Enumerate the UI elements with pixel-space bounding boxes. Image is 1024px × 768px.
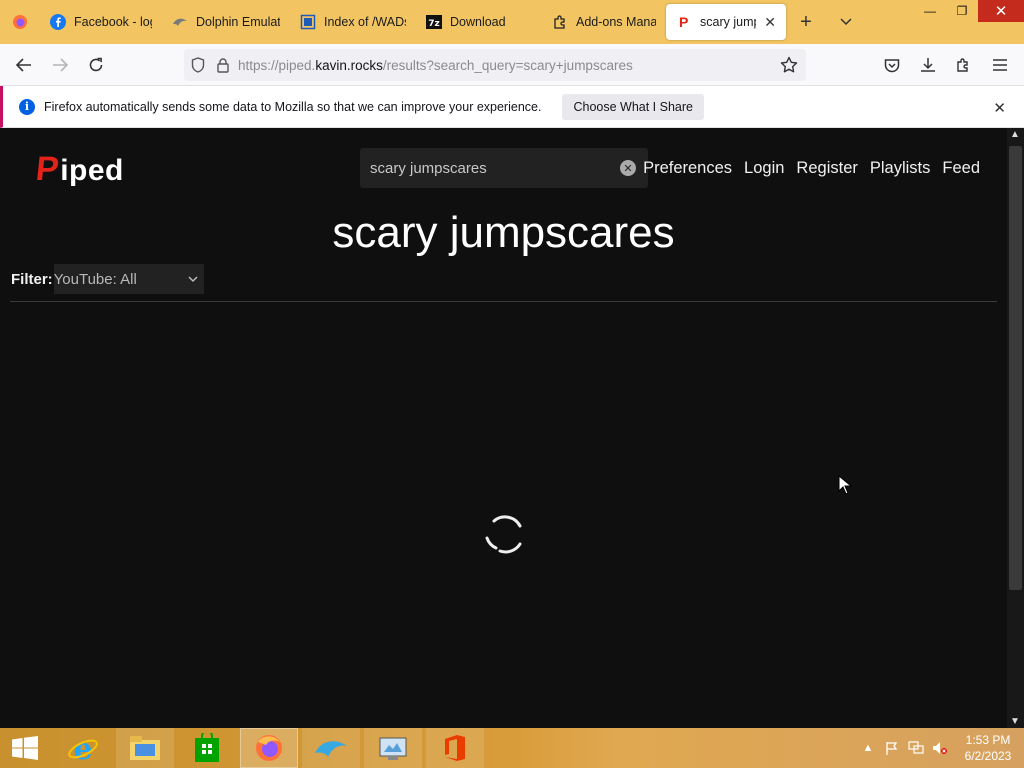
extensions-icon[interactable] [946,47,982,83]
store-icon[interactable] [178,728,236,768]
clear-search-icon[interactable]: ✕ [620,160,636,176]
toolbar-right [874,47,1018,83]
scroll-down-icon[interactable]: ▼ [1010,716,1020,727]
tab-index-wads[interactable]: Index of /WADs [290,0,416,44]
close-tab-icon[interactable]: ✕ [764,14,776,31]
tab-label: scary jumps [700,15,756,29]
scroll-thumb[interactable] [1009,146,1022,590]
nav-register[interactable]: Register [796,159,857,178]
divider [10,301,997,302]
show-hidden-icons-icon[interactable]: ▲ [856,728,880,768]
scroll-up-icon[interactable]: ▲ [1010,129,1020,140]
tab-piped-active[interactable]: P scary jumps ✕ [666,4,786,40]
data-collection-notification: i Firefox automatically sends some data … [0,86,1024,128]
close-window-icon[interactable]: ✕ [978,0,1024,22]
tab-label: Facebook - log [74,15,152,29]
mouse-cursor-icon [838,474,853,500]
tab-label: Add-ons Mana [576,15,656,29]
chevron-down-icon[interactable] [826,0,866,44]
page-scrollbar[interactable]: ▲ ▼ [1007,128,1024,728]
filter-row: Filter: YouTube: All [11,264,204,294]
page-title: scary jumpscares [332,208,675,257]
tab-label: Download [450,15,506,29]
clock[interactable]: 1:53 PM 6/2/2023 [952,732,1024,764]
clock-date: 6/2/2023 [964,749,1012,763]
windows-start-icon[interactable] [0,728,50,768]
url-text[interactable]: https://piped.kavin.rocks/results?search… [238,58,633,73]
page-content: Piped ✕ Preferences Login Register Playl… [0,128,1024,728]
clock-time: 1:53 PM [965,733,1011,747]
system-tray: ▲ 1:53 PM 6/2/2023 [856,728,1024,768]
filter-label: Filter: [11,270,53,288]
chevron-down-icon [188,271,198,288]
volume-muted-icon[interactable] [928,728,952,768]
window-controls: — ❐ ✕ [914,0,1024,22]
filter-select[interactable]: YouTube: All [53,264,204,294]
url-host: kavin.rocks [315,57,383,73]
file-explorer-icon[interactable] [116,728,174,768]
downloads-icon[interactable] [910,47,946,83]
tab-addons[interactable]: Add-ons Mana [542,0,666,44]
tab-label: Index of /WADs [324,15,406,29]
url-path: /results?search_query=scary+jumpscares [382,57,633,73]
control-panel-icon[interactable] [364,728,422,768]
search-box: ✕ [360,148,648,188]
piped-logo[interactable]: Piped [34,150,124,189]
site-nav: Preferences Login Register Playlists Fee… [643,159,980,178]
notification-text: Firefox automatically sends some data to… [44,99,542,114]
dolphin-icon [172,14,188,30]
new-tab-icon[interactable]: + [786,0,826,44]
close-icon[interactable]: ✕ [993,99,1006,117]
piped-icon: P [676,14,692,30]
nav-feed[interactable]: Feed [942,159,980,178]
facebook-icon [50,14,66,30]
tab-label: Dolphin Emulat [196,15,280,29]
index-page-icon [300,14,316,30]
internet-explorer-icon[interactable]: e [54,728,112,768]
navigation-bar: https://piped.kavin.rocks/results?search… [0,44,1024,86]
dolphin-icon[interactable] [302,728,360,768]
logo-mark: P [34,150,62,188]
reload-icon[interactable] [78,47,114,83]
nav-preferences[interactable]: Preferences [643,159,732,178]
firefox-icon[interactable] [240,728,298,768]
nav-login[interactable]: Login [744,159,784,178]
tab-download[interactable]: 7z Download [416,0,542,44]
tab-dolphin[interactable]: Dolphin Emulat [162,0,290,44]
firefox-menu-icon[interactable] [0,0,40,44]
search-input[interactable] [360,159,600,177]
choose-what-i-share-button[interactable]: Choose What I Share [562,93,704,120]
info-icon: i [19,98,35,115]
tab-facebook[interactable]: Facebook - log [40,0,162,44]
svg-text:7z: 7z [428,19,440,29]
7zip-icon: 7z [426,14,442,30]
svg-text:P: P [679,15,688,29]
tracking-protection-shield-icon[interactable] [184,57,212,73]
hamburger-menu-icon[interactable] [982,47,1018,83]
addons-icon [552,14,568,30]
url-prefix: https://piped. [238,57,316,73]
restore-icon[interactable]: ❐ [946,0,978,22]
minimize-icon[interactable]: — [914,0,946,22]
nav-playlists[interactable]: Playlists [870,159,931,178]
back-icon[interactable] [6,47,42,83]
url-bar[interactable]: https://piped.kavin.rocks/results?search… [184,49,806,81]
lock-icon[interactable] [212,57,234,73]
office-icon[interactable] [426,728,484,768]
tab-strip: Facebook - log Dolphin Emulat Index of /… [0,0,1024,44]
windows-taskbar: e ▲ 1:53 PM 6/2/2023 [0,728,1024,768]
action-center-flag-icon[interactable] [880,728,904,768]
forward-icon[interactable] [42,47,78,83]
pocket-icon[interactable] [874,47,910,83]
svg-text:e: e [73,732,92,764]
logo-text: iped [60,154,124,187]
network-icon[interactable] [904,728,928,768]
bookmark-star-icon[interactable] [780,56,798,79]
filter-value: YouTube: All [53,270,137,288]
loading-spinner-icon [482,512,526,556]
